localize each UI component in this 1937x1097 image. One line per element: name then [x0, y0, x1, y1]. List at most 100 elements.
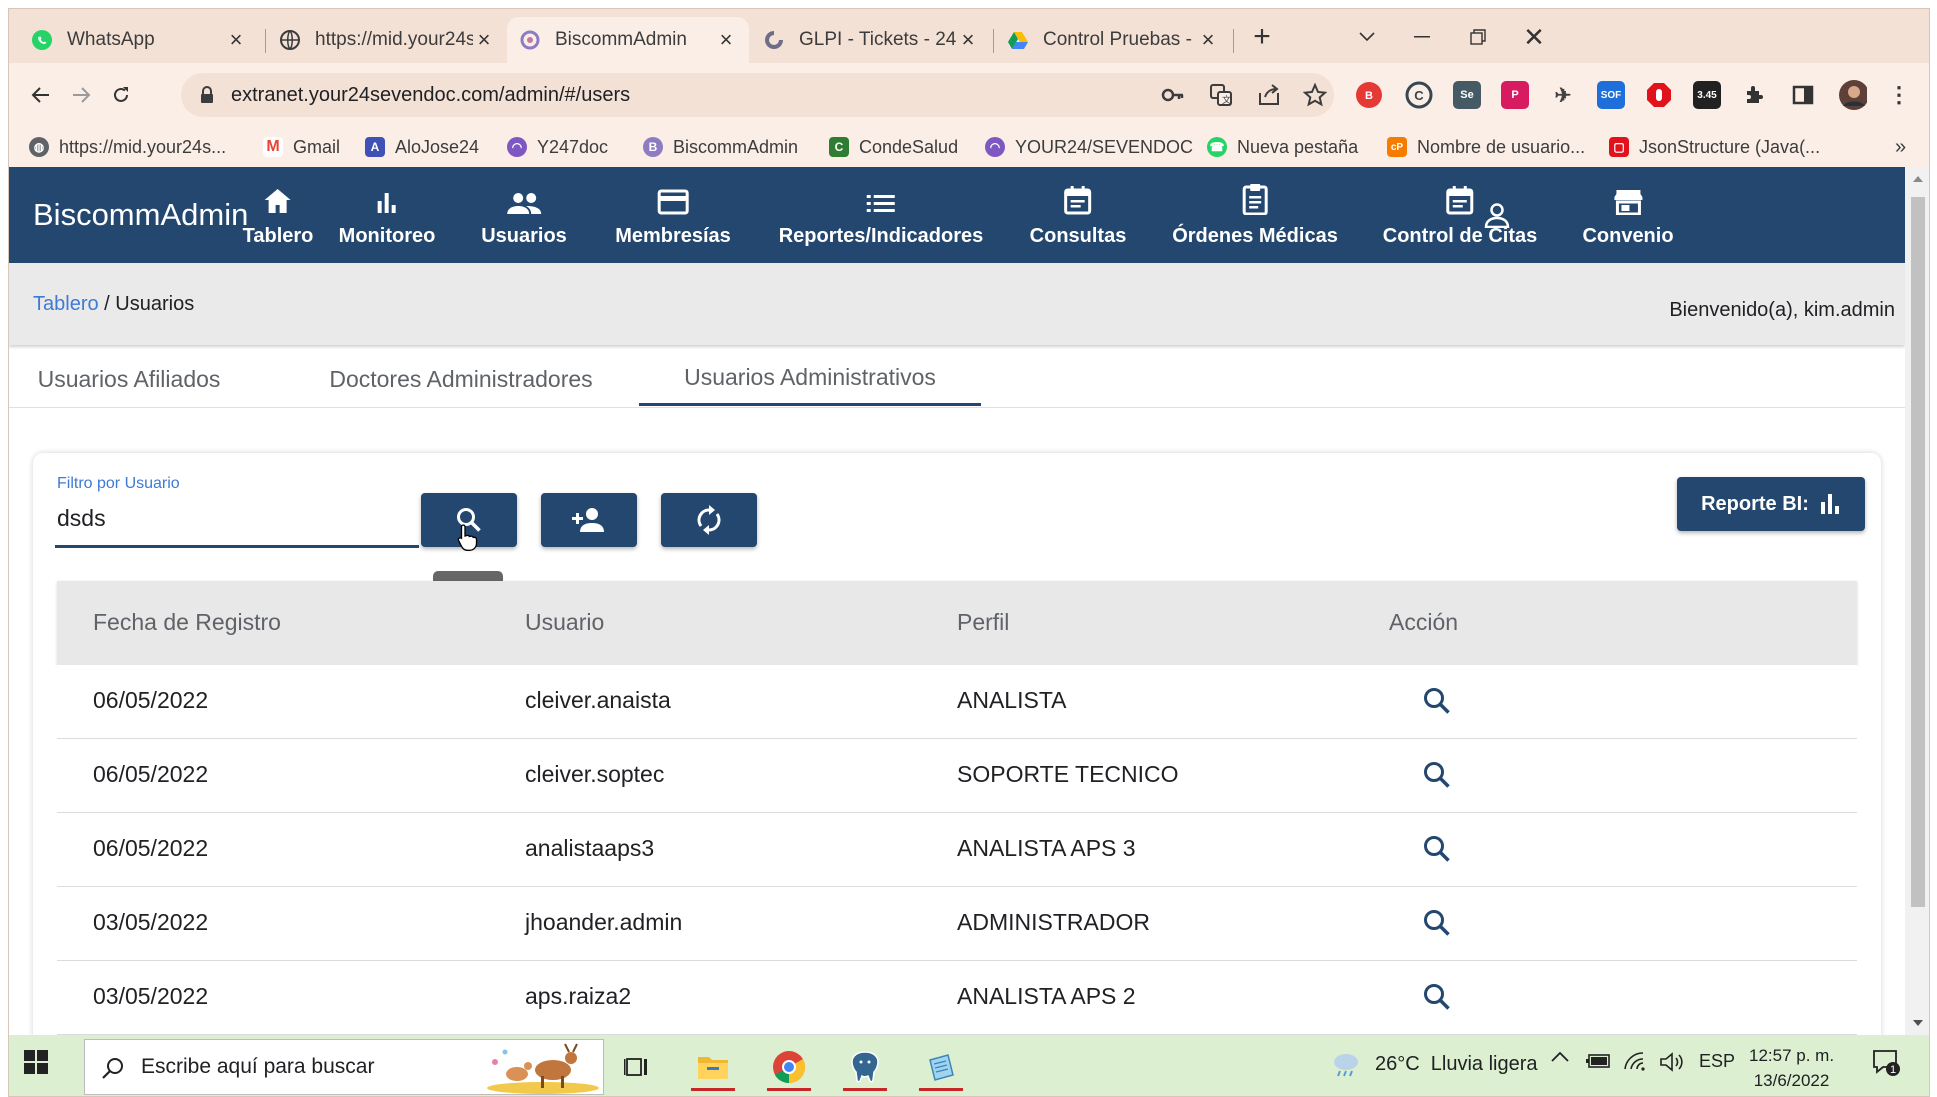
side-panel-icon[interactable] [1789, 81, 1817, 109]
bookmark-item[interactable]: B BiscommAdmin [643, 133, 798, 161]
nav-monitoreo[interactable]: Monitoreo [339, 173, 435, 261]
extensions-puzzle-icon[interactable] [1741, 81, 1769, 109]
close-tab-icon[interactable]: × [1197, 27, 1219, 52]
bookmark-item[interactable]: ◠ Y247doc [507, 133, 608, 161]
weather-widget[interactable]: 26°C Lluvia ligera [1331, 1051, 1538, 1077]
bookmarks-bar: ◍ https://mid.your24s... M Gmail A AloJose2… [9, 127, 1929, 168]
tab-doctores-administradores[interactable]: Doctores Administradores [301, 351, 621, 407]
bookmark-star-icon[interactable] [1303, 83, 1327, 107]
page-scrollbar[interactable] [1905, 167, 1929, 1035]
bookmark-item[interactable]: ◍ https://mid.your24s... [29, 133, 226, 161]
profile-avatar[interactable] [1839, 80, 1867, 110]
user-account-icon[interactable] [1475, 193, 1519, 237]
tab-title: WhatsApp [67, 29, 155, 50]
nav-ordenes-medicas[interactable]: Órdenes Médicas [1172, 173, 1338, 261]
close-tab-icon[interactable]: × [225, 27, 247, 52]
extension-icon[interactable]: Se [1453, 81, 1481, 109]
bookmark-item[interactable]: ◠ YOUR24/SEVENDOC [985, 133, 1193, 161]
new-tab-button[interactable]: + [1242, 19, 1282, 55]
nav-reportes-indicadores[interactable]: Reportes/Indicadores [779, 173, 983, 261]
tab-control-pruebas[interactable]: Control Pruebas - Google × [995, 17, 1231, 63]
glpi-icon [763, 29, 785, 51]
wifi-icon[interactable] [1623, 1051, 1649, 1071]
task-view-icon[interactable] [609, 1041, 665, 1093]
alojose-icon: A [365, 137, 385, 157]
tab-search-chevron-icon[interactable] [1347, 19, 1387, 55]
tab-usuarios-afiliados[interactable]: Usuarios Afiliados [19, 351, 239, 407]
extension-icon[interactable] [1645, 81, 1673, 109]
chrome-icon[interactable] [761, 1041, 817, 1093]
tab-whatsapp[interactable]: WhatsApp × [19, 17, 259, 63]
notifications-icon[interactable]: 1 [1871, 1047, 1901, 1077]
app-brand[interactable]: BiscommAdmin [33, 197, 248, 233]
tab-biscommadmin[interactable]: BiscommAdmin × [507, 17, 749, 63]
nav-tablero[interactable]: Tablero [243, 173, 313, 261]
view-details-search-icon[interactable] [1421, 759, 1453, 791]
report-bi-button[interactable]: Reporte BI: [1677, 477, 1865, 531]
minimize-button[interactable] [1402, 19, 1442, 55]
tab-usuarios-administrativos[interactable]: Usuarios Administrativos [639, 351, 981, 406]
view-details-search-icon[interactable] [1421, 907, 1453, 939]
extension-icon[interactable]: B [1355, 81, 1383, 109]
scroll-up-arrow-icon[interactable] [1913, 175, 1923, 183]
browser-menu-icon[interactable]: ⋮ [1885, 81, 1913, 109]
key-icon[interactable] [1161, 85, 1185, 105]
tab-glpi[interactable]: GLPI - Tickets - 2464 × [751, 17, 991, 63]
view-details-search-icon[interactable] [1421, 981, 1453, 1013]
address-bar[interactable]: extranet.your24sevendoc.com/admin/#/user… [181, 73, 1334, 117]
system-clock[interactable]: 12:57 p. m. 13/6/2022 [1749, 1043, 1834, 1093]
postgresql-icon[interactable] [837, 1041, 893, 1093]
column-header-perfil[interactable]: Perfil [957, 609, 1009, 636]
user-filter-input[interactable] [57, 501, 403, 535]
view-details-search-icon[interactable] [1421, 685, 1453, 717]
close-window-button[interactable]: ✕ [1514, 19, 1554, 55]
close-tab-icon[interactable]: × [715, 27, 737, 52]
battery-icon[interactable] [1585, 1051, 1613, 1071]
tab-mid-your24sevendoc[interactable]: https://mid.your24sevendoc.com × [267, 17, 507, 63]
svg-text:文: 文 [1222, 94, 1231, 105]
bookmark-item[interactable]: ▢ JsonStructure (Java(... [1609, 133, 1820, 161]
taskbar-search-box[interactable]: Escribe aquí para buscar [84, 1039, 604, 1095]
volume-icon[interactable] [1659, 1051, 1685, 1073]
add-user-button[interactable] [541, 493, 637, 547]
breadcrumb-link-tablero[interactable]: Tablero [33, 293, 99, 315]
restore-button[interactable] [1458, 19, 1498, 55]
file-explorer-icon[interactable] [685, 1041, 741, 1093]
view-details-search-icon[interactable] [1421, 833, 1453, 865]
extension-icon[interactable]: ✈ [1549, 81, 1577, 109]
translate-icon[interactable]: 文 [1209, 83, 1233, 107]
column-header-usuario[interactable]: Usuario [525, 609, 604, 636]
bookmark-item[interactable]: cP Nombre de usuario... [1387, 133, 1585, 161]
more-bookmarks-icon[interactable]: » [1895, 133, 1906, 161]
back-button[interactable] [23, 77, 59, 113]
cpanel-icon: cP [1387, 137, 1407, 157]
bookmark-item[interactable]: M Gmail [263, 133, 340, 161]
scroll-down-arrow-icon[interactable] [1913, 1019, 1923, 1027]
tray-chevron-up-icon[interactable] [1551, 1051, 1569, 1063]
close-tab-icon[interactable]: × [473, 27, 495, 52]
nav-usuarios[interactable]: Usuarios [481, 173, 567, 261]
notepad-icon[interactable] [913, 1041, 969, 1093]
site-info-icon[interactable] [197, 85, 217, 105]
reload-button[interactable] [103, 77, 139, 113]
nav-membresias[interactable]: Membresías [615, 173, 731, 261]
refresh-button[interactable] [661, 493, 757, 547]
extension-icon[interactable]: 3.45 [1693, 81, 1721, 109]
extension-icon[interactable]: P [1501, 81, 1529, 109]
extension-icon[interactable]: C [1405, 81, 1433, 109]
input-language[interactable]: ESP [1699, 1051, 1735, 1072]
windows-start-icon[interactable] [23, 1049, 59, 1085]
bookmark-item[interactable]: A AloJose24 [365, 133, 479, 161]
nav-consultas[interactable]: Consultas [1030, 173, 1126, 261]
nav-label: Membresías [615, 225, 731, 247]
nav-convenio[interactable]: Convenio [1582, 173, 1674, 261]
biscomm-icon: B [643, 137, 663, 157]
column-header-fecha[interactable]: Fecha de Registro [93, 609, 281, 636]
close-tab-icon[interactable]: × [957, 27, 979, 52]
bookmark-item[interactable]: C CondeSalud [829, 133, 958, 161]
scroll-thumb[interactable] [1911, 197, 1925, 907]
forward-button[interactable] [63, 77, 99, 113]
bookmark-item[interactable]: ☎ Nueva pestaña [1207, 133, 1358, 161]
share-icon[interactable] [1257, 83, 1281, 107]
extension-icon[interactable]: SOF [1597, 81, 1625, 109]
